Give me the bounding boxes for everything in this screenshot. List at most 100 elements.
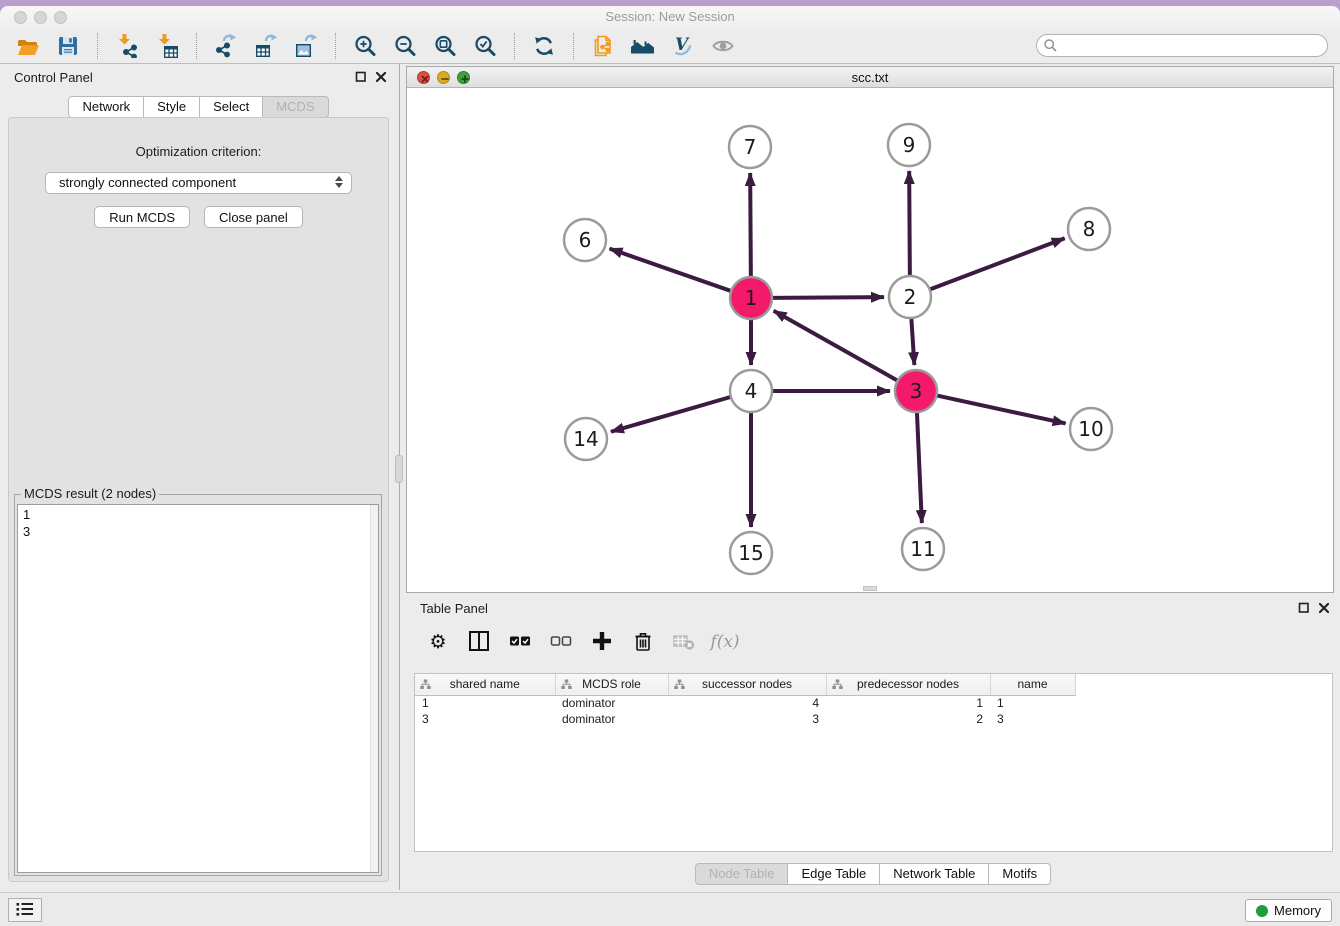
delete-table-button[interactable] (670, 628, 698, 656)
tab-network-table[interactable]: Network Table (880, 863, 989, 885)
import-network-icon (115, 34, 139, 58)
show-hide-button[interactable] (707, 30, 739, 62)
delete-column-button[interactable] (629, 628, 657, 656)
table-header-row: shared name MCDS role successor nodes pr… (415, 674, 1075, 695)
network-canvas[interactable]: 7968124314101511 (407, 88, 1333, 592)
mcds-result-textarea[interactable]: 1 3 (17, 504, 379, 873)
function-builder-button[interactable]: f(x) (711, 628, 739, 656)
graph-node-label-8: 8 (1083, 217, 1096, 241)
column-header-name[interactable]: name (990, 674, 1075, 695)
main-window: Session: New Session (0, 6, 1340, 926)
zoom-fit-button[interactable] (429, 30, 461, 62)
export-network-icon (214, 34, 238, 58)
graph-edge-1-2[interactable] (772, 297, 884, 298)
graph-node-label-3: 3 (910, 379, 923, 403)
graph-edge-3-11[interactable] (917, 412, 922, 523)
vizmapper-button[interactable]: V (667, 30, 699, 62)
task-history-button[interactable] (8, 898, 42, 922)
gear-icon: ⚙ (429, 633, 446, 652)
open-network-document-button[interactable] (587, 30, 619, 62)
export-table-icon (254, 34, 278, 58)
graph-edge-3-1[interactable] (774, 311, 898, 381)
cell-mcds-role[interactable]: dominator (555, 711, 668, 727)
toolbar-separator (97, 33, 98, 59)
mcds-panel: Optimization criterion: strongly connect… (8, 117, 389, 882)
cell-successor-nodes[interactable]: 3 (668, 711, 826, 727)
dropdown-value: strongly connected component (59, 175, 236, 190)
hierarchy-icon (832, 679, 843, 693)
select-all-button[interactable] (506, 628, 534, 656)
cell-name[interactable]: 3 (990, 711, 1075, 727)
zoom-out-button[interactable] (389, 30, 421, 62)
optimization-criterion-select[interactable]: strongly connected component (45, 172, 352, 194)
chevron-updown-icon (335, 176, 343, 188)
column-visibility-button[interactable] (465, 628, 493, 656)
column-header-mcds-role[interactable]: MCDS role (555, 674, 668, 695)
network-view-window: scc.txt 7968124314101511 (406, 66, 1334, 593)
eye-icon (711, 36, 735, 56)
graph-edge-2-8[interactable] (930, 238, 1065, 289)
run-mcds-button[interactable]: Run MCDS (94, 206, 190, 228)
graph-edge-2-3[interactable] (911, 318, 914, 365)
graph-edge-1-7[interactable] (750, 173, 751, 277)
tab-network[interactable]: Network (68, 96, 144, 118)
panel-divider-handle[interactable] (395, 455, 403, 483)
column-header-shared-name[interactable]: shared name (415, 674, 555, 695)
close-panel-icon[interactable] (375, 71, 387, 83)
cell-shared-name[interactable]: 3 (415, 711, 555, 727)
graph-edge-4-14[interactable] (611, 397, 731, 432)
graph-edge-2-9[interactable] (909, 171, 910, 276)
tab-node-table[interactable]: Node Table (695, 863, 789, 885)
import-table-button[interactable] (151, 30, 183, 62)
table-settings-button[interactable]: ⚙ (424, 628, 452, 656)
zoom-selected-button[interactable] (469, 30, 501, 62)
float-panel-icon[interactable] (355, 71, 367, 83)
search-input[interactable] (1036, 34, 1328, 57)
apply-layout-button[interactable] (528, 30, 560, 62)
columns-icon (468, 630, 490, 655)
cell-predecessor-nodes[interactable]: 1 (826, 695, 990, 711)
table-row[interactable]: 1 dominator 4 1 1 (415, 695, 1075, 711)
import-network-button[interactable] (111, 30, 143, 62)
network-document-icon (591, 34, 615, 58)
homes-icon (630, 34, 656, 58)
cell-shared-name[interactable]: 1 (415, 695, 555, 711)
fx-icon: f(x) (710, 632, 739, 652)
hierarchy-icon (420, 679, 431, 693)
node-table-scrollpane: shared name MCDS role successor nodes pr… (414, 673, 1333, 852)
deselect-all-button[interactable] (547, 628, 575, 656)
tab-style[interactable]: Style (144, 96, 200, 118)
canvas-scrollbar-thumb[interactable] (863, 586, 877, 591)
export-image-button[interactable] (290, 30, 322, 62)
memory-status-dot (1256, 905, 1268, 917)
close-panel-button[interactable]: Close panel (204, 206, 303, 228)
graph-edge-3-10[interactable] (937, 395, 1066, 423)
result-scrollbar[interactable] (370, 505, 378, 872)
tab-motifs[interactable]: Motifs (989, 863, 1051, 885)
add-column-button[interactable] (588, 628, 616, 656)
optimization-criterion-label: Optimization criterion: (9, 144, 388, 159)
memory-button[interactable]: Memory (1245, 899, 1332, 922)
tab-mcds[interactable]: MCDS (263, 96, 328, 118)
close-table-panel-icon[interactable] (1318, 602, 1330, 614)
cell-predecessor-nodes[interactable]: 2 (826, 711, 990, 727)
home-button[interactable] (627, 30, 659, 62)
tab-select[interactable]: Select (200, 96, 263, 118)
column-header-predecessor-nodes[interactable]: predecessor nodes (826, 674, 990, 695)
save-session-button[interactable] (52, 30, 84, 62)
network-graph: 7968124314101511 (407, 88, 1333, 592)
export-network-button[interactable] (210, 30, 242, 62)
toolbar-separator (514, 33, 515, 59)
graph-edge-1-6[interactable] (610, 249, 732, 291)
cell-successor-nodes[interactable]: 4 (668, 695, 826, 711)
tab-edge-table[interactable]: Edge Table (788, 863, 880, 885)
column-header-successor-nodes[interactable]: successor nodes (668, 674, 826, 695)
zoom-in-button[interactable] (349, 30, 381, 62)
open-file-button[interactable] (12, 30, 44, 62)
cell-name[interactable]: 1 (990, 695, 1075, 711)
cell-mcds-role[interactable]: dominator (555, 695, 668, 711)
float-table-panel-icon[interactable] (1298, 602, 1310, 614)
graph-node-label-7: 7 (744, 135, 757, 159)
export-table-button[interactable] (250, 30, 282, 62)
table-row[interactable]: 3 dominator 3 2 3 (415, 711, 1075, 727)
